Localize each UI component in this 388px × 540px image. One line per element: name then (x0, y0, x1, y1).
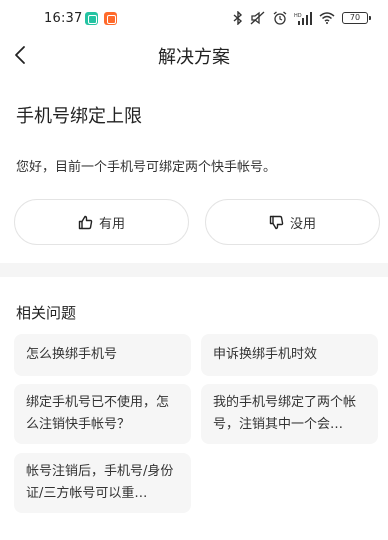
related-question-label: 怎么换绑手机号 (26, 347, 118, 362)
section-divider (0, 263, 388, 277)
related-question-label: 我的手机号绑定了两个帐号，注销其中一个会… (213, 395, 357, 432)
related-question-label: 申诉换绑手机时效 (213, 347, 318, 362)
app-notification-icon-2 (104, 12, 117, 25)
page-title: 解决方案 (158, 47, 230, 68)
related-question-item[interactable]: 帐号注销后，手机号/身份证/三方帐号可以重… (14, 453, 191, 513)
useful-label: 有用 (98, 216, 125, 232)
thumbs-down-icon (269, 215, 284, 229)
app-notification-icon (85, 12, 98, 25)
status-bar: 16:37 HD 70 (0, 0, 388, 36)
bluetooth-icon (233, 11, 243, 25)
status-time: 16:37 (44, 11, 83, 26)
related-question-item[interactable]: 我的手机号绑定了两个帐号，注销其中一个会… (201, 384, 378, 444)
related-question-label: 帐号注销后，手机号/身份证/三方帐号可以重… (26, 464, 174, 501)
related-question-item[interactable]: 绑定手机号已不使用，怎么注销快手帐号？ (14, 384, 191, 444)
related-question-item[interactable]: 怎么换绑手机号 (14, 334, 191, 376)
related-title: 相关问题 (16, 304, 77, 322)
useless-label: 没用 (289, 216, 316, 232)
thumbs-up-icon (78, 215, 93, 229)
signal-icon: HD (294, 11, 312, 25)
related-question-item[interactable]: 申诉换绑手机时效 (201, 334, 378, 376)
svg-text:HD: HD (294, 13, 302, 19)
article-body: 您好，目前一个手机号可绑定两个快手帐号。 (16, 160, 277, 175)
article-title: 手机号绑定上限 (16, 106, 142, 127)
wifi-icon (319, 12, 335, 24)
battery-icon: 70 (342, 12, 371, 24)
status-icons: HD 70 (233, 10, 371, 26)
useful-button[interactable]: 有用 (14, 199, 189, 245)
alarm-icon (273, 11, 287, 25)
nav-bar: 解决方案 (0, 36, 388, 74)
related-question-label: 绑定手机号已不使用，怎么注销快手帐号？ (26, 395, 170, 432)
mute-icon (250, 11, 265, 25)
useless-button[interactable]: 没用 (205, 199, 380, 245)
